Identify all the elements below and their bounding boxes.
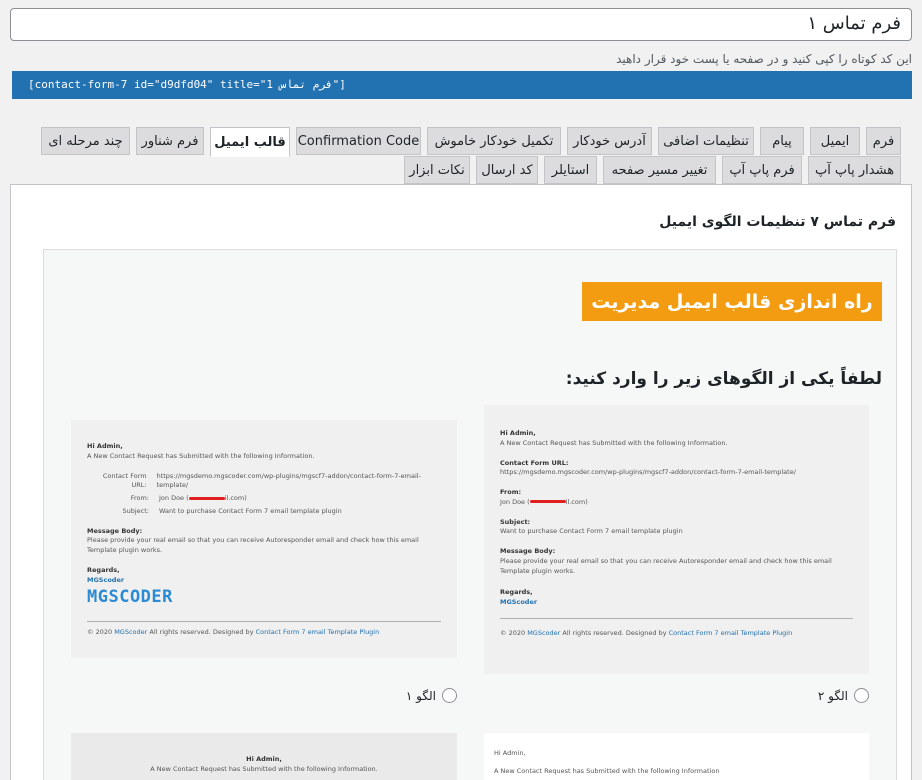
template-1-label: الگو ۱ bbox=[405, 688, 436, 703]
tab-autocomplete-off[interactable]: تکمیل خودکار خاموش bbox=[427, 127, 561, 155]
tab-email-template[interactable]: قالب ایمیل bbox=[210, 127, 290, 157]
template-2-radio[interactable] bbox=[854, 688, 869, 703]
tab-submit-code[interactable]: کد ارسال bbox=[476, 156, 538, 184]
shortcode-note: این کد کوتاه را کپی کنید و در صفحه یا پس… bbox=[616, 52, 912, 66]
template-1-radio[interactable] bbox=[442, 688, 457, 703]
template-3-preview[interactable]: Hi Admin, A New Contact Request has Subm… bbox=[71, 733, 457, 780]
tab-confirmation-code[interactable]: Confirmation Code bbox=[296, 127, 421, 155]
template-2-option[interactable]: الگو ۲ bbox=[818, 688, 869, 703]
template-1-preview[interactable]: Hi Admin, A New Contact Request has Subm… bbox=[71, 420, 457, 658]
section-title: فرم تماس ۷ تنظیمات الگوی ایمیل bbox=[659, 214, 896, 230]
form-title-input[interactable]: فرم تماس ۱ bbox=[10, 8, 912, 41]
tab-redirect[interactable]: تغییر مسیر صفحه bbox=[603, 156, 716, 184]
template-4-preview[interactable]: Hi Admin, A New Contact Request has Subm… bbox=[484, 733, 869, 780]
tab-popup-form[interactable]: فرم پاپ آپ bbox=[722, 156, 802, 184]
tab-tooltips[interactable]: نکات ابزار bbox=[404, 156, 470, 184]
template-2-label: الگو ۲ bbox=[817, 688, 848, 703]
template-1-option[interactable]: الگو ۱ bbox=[406, 688, 457, 703]
banner-heading: راه اندازی قالب ایمیل مدیریت bbox=[582, 282, 882, 321]
tab-multi-step[interactable]: چند مرحله ای bbox=[41, 127, 130, 155]
tab-message[interactable]: پیام bbox=[760, 127, 804, 155]
tab-floating-form[interactable]: فرم شناور bbox=[136, 127, 204, 155]
tab-additional-settings[interactable]: تنظیمات اضافی bbox=[658, 127, 754, 155]
shortcode-box[interactable]: [contact-form-7 id="d9dfd04" title="فرم … bbox=[12, 71, 912, 99]
tab-email[interactable]: ایمیل bbox=[810, 127, 860, 155]
template-2-preview[interactable]: Hi Admin, A New Contact Request has Subm… bbox=[484, 405, 869, 674]
tab-popup-alert[interactable]: هشدار پاپ آپ bbox=[808, 156, 901, 184]
select-prompt: لطفاً یکی از الگوهای زیر را وارد کنید: bbox=[565, 369, 882, 389]
mgscoder-logo: MGSCODER bbox=[87, 587, 173, 608]
tab-form[interactable]: فرم bbox=[866, 127, 901, 155]
redacted-email bbox=[529, 500, 566, 504]
tab-styler[interactable]: استایلر bbox=[544, 156, 597, 184]
redacted-email bbox=[188, 496, 225, 500]
tab-auto-address[interactable]: آدرس خودکار bbox=[567, 127, 652, 155]
